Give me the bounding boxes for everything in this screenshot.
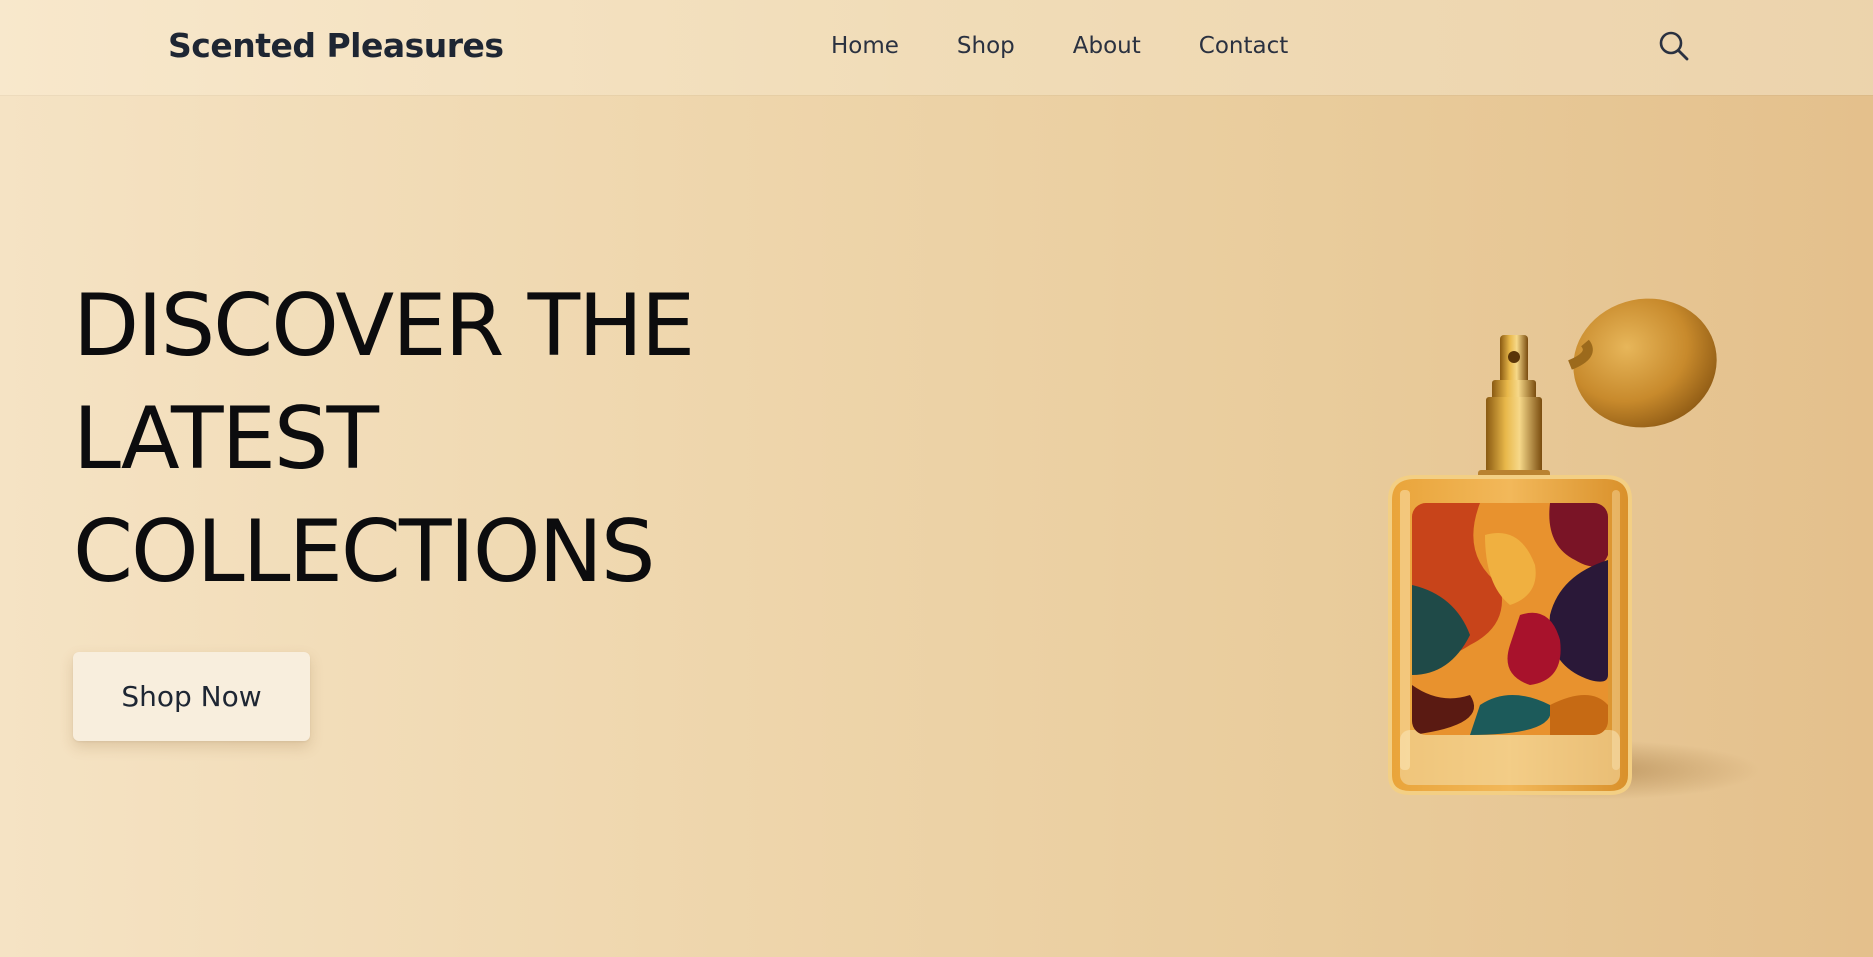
- main-nav: Home Shop About Contact: [831, 33, 1288, 59]
- hero-title-line-1: DISCOVER THE: [73, 276, 695, 376]
- search-button[interactable]: [1656, 28, 1692, 64]
- nav-about-link[interactable]: About: [1073, 33, 1141, 59]
- nav-shop-link[interactable]: Shop: [957, 33, 1015, 59]
- navbar: Scented Pleasures Home Shop About Contac…: [0, 0, 1873, 95]
- hero-title-line-3: COLLECTIONS: [73, 502, 655, 602]
- hero-title-line-2: LATEST: [73, 389, 379, 489]
- hero-title: DISCOVER THE LATEST COLLECTIONS: [73, 270, 695, 609]
- nav-home-link[interactable]: Home: [831, 33, 899, 59]
- perfume-bottle-image: [1388, 298, 1760, 800]
- nav-contact-link[interactable]: Contact: [1199, 33, 1288, 59]
- brand-logo[interactable]: Scented Pleasures: [168, 26, 504, 65]
- shop-now-button[interactable]: Shop Now: [73, 652, 310, 741]
- search-icon: [1659, 31, 1689, 61]
